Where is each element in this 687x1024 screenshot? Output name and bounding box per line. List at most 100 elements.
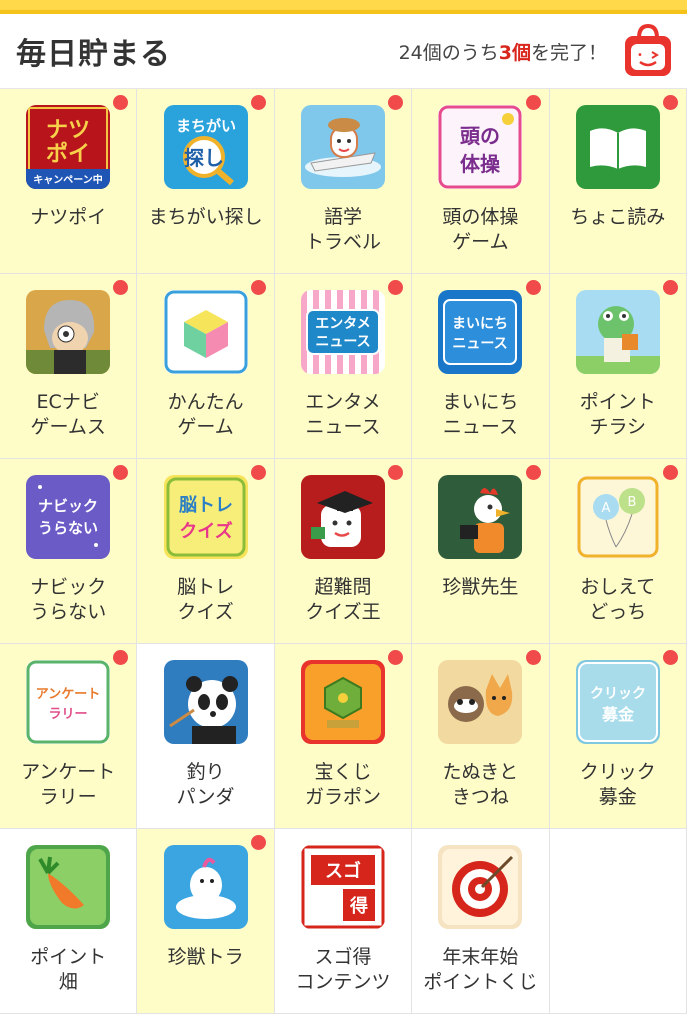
svg-text:エンタメ: エンタメ xyxy=(315,316,371,332)
app-tile-enquete[interactable]: アンケート ラリー アンケート ラリー xyxy=(0,644,138,829)
app-label: ポイント 畑 xyxy=(30,946,107,993)
sugotoku-icon: スゴ 得 xyxy=(300,845,385,929)
app-tile-kantan[interactable]: かんたん ゲーム xyxy=(137,274,275,459)
app-label: ポイント チラシ xyxy=(579,391,656,438)
app-tile-takarakuji[interactable]: 宝くじ ガラポン xyxy=(274,644,413,829)
app-tile-ecnavi[interactable]: ECナビ ゲームス xyxy=(0,274,138,459)
uranai-icon: ナビック うらない xyxy=(26,475,111,559)
new-indicator-dot xyxy=(662,465,678,480)
ecnavi-icon xyxy=(26,290,111,374)
app-label: おしえて どっち xyxy=(580,576,656,623)
new-indicator-dot xyxy=(250,95,266,110)
svg-text:頭の: 頭の xyxy=(460,124,500,148)
app-tile-noutore[interactable]: 脳トレ クイズ 脳トレ クイズ xyxy=(137,459,275,644)
app-label: クリック 募金 xyxy=(579,761,656,808)
svg-text:まちがい: まちがい xyxy=(176,117,236,135)
app-label: まいにち ニュース xyxy=(442,391,519,438)
enquete-icon: アンケート ラリー xyxy=(26,660,111,744)
app-tile-quizking[interactable]: 超難問 クイズ王 xyxy=(274,459,413,644)
new-indicator-dot xyxy=(388,95,404,110)
new-indicator-dot xyxy=(388,280,404,295)
new-indicator-dot xyxy=(525,465,541,480)
app-tile-oshiete[interactable]: A B おしえて どっち xyxy=(549,459,687,644)
gogaku-icon xyxy=(300,105,385,189)
app-label: 超難問 クイズ王 xyxy=(305,576,381,623)
svg-text:ニュース: ニュース xyxy=(453,336,508,352)
app-label: ちょこ読み xyxy=(570,206,666,228)
app-tile-machigai[interactable]: まちがい 探し まちがい探し xyxy=(137,89,275,274)
new-indicator-dot xyxy=(250,465,266,480)
app-label: たぬきと きつね xyxy=(442,761,519,808)
chinju-icon xyxy=(438,475,523,559)
app-label: 年末年始 ポイントくじ xyxy=(423,946,538,993)
svg-text:•: • xyxy=(637,50,643,61)
entame-icon: エンタメ ニュース xyxy=(300,290,385,374)
tanuki-icon xyxy=(438,660,523,744)
new-indicator-dot xyxy=(662,650,678,665)
app-label: 語学 トラベル xyxy=(304,206,381,253)
progress-done-count: 3個 xyxy=(498,41,531,64)
chirashi-icon xyxy=(575,290,660,374)
mainichi-icon: まいにち ニュース xyxy=(438,290,523,374)
app-tile-tanuki[interactable]: たぬきと きつね xyxy=(412,644,550,829)
new-indicator-dot xyxy=(525,95,541,110)
new-indicator-dot xyxy=(662,280,678,295)
app-label: ナツポイ xyxy=(30,206,107,228)
app-tile-chokoyomi[interactable]: ちょこ読み xyxy=(549,89,687,274)
svg-text:ポイ: ポイ xyxy=(46,141,90,167)
new-indicator-dot xyxy=(113,465,129,480)
app-tile-entame[interactable]: エンタメニュースエンタメ ニュース xyxy=(274,274,413,459)
app-label: ナビック うらない xyxy=(30,576,107,623)
app-label: 頭の体操 ゲーム xyxy=(442,206,519,253)
app-label: エンタメ ニュース xyxy=(305,391,381,438)
app-label: 宝くじ ガラポン xyxy=(304,761,381,808)
app-tile-chinju[interactable]: 珍獣先生 xyxy=(412,459,550,644)
daily-points-header: 毎日貯まる 24個のうち3個を完了！ • xyxy=(0,14,687,88)
app-tile-nenmatsu[interactable]: 年末年始 ポイントくじ xyxy=(412,829,550,1014)
app-label: かんたん ゲーム xyxy=(167,391,244,438)
app-tile-uranai[interactable]: ナビック うらない ナビック うらない xyxy=(0,459,138,644)
app-label: スゴ得 コンテンツ xyxy=(295,946,391,993)
panda-icon xyxy=(163,660,248,744)
new-indicator-dot xyxy=(250,280,266,295)
hatake-icon xyxy=(26,845,111,929)
app-tile-click[interactable]: クリック 募金 クリック 募金 xyxy=(549,644,687,829)
kantan-icon xyxy=(163,290,248,374)
app-tile-mainichi[interactable]: まいにちニュースまいにち ニュース xyxy=(412,274,550,459)
new-indicator-dot xyxy=(388,650,404,665)
svg-text:アンケート: アンケート xyxy=(36,687,100,702)
new-indicator-dot xyxy=(662,95,678,110)
section-title: 毎日貯まる xyxy=(16,37,171,72)
app-tile-chirashi[interactable]: ポイント チラシ xyxy=(549,274,687,459)
app-label: 珍獣トラ xyxy=(167,946,244,968)
app-tile-gogaku[interactable]: 語学 トラベル xyxy=(274,89,413,274)
svg-text:まいにち: まいにち xyxy=(452,316,508,332)
svg-text:ラリー: ラリー xyxy=(49,707,88,722)
progress-suffix: を完了！ xyxy=(530,41,607,64)
app-tile-hatake[interactable]: ポイント 畑 xyxy=(0,829,138,1014)
new-indicator-dot xyxy=(113,650,129,665)
app-label: 脳トレ クイズ xyxy=(177,576,235,623)
app-tile-atama[interactable]: 頭の体操 頭の体操 ゲーム xyxy=(412,89,550,274)
empty-cell xyxy=(549,829,687,1014)
quizking-icon xyxy=(300,475,385,559)
svg-text:探し: 探し xyxy=(184,146,224,170)
svg-text:ニュース: ニュース xyxy=(315,334,370,350)
natsupoi-icon: ナツ ポイ キャンペーン中 xyxy=(26,105,111,189)
progress-prefix: 24個のうち xyxy=(398,41,499,64)
app-tile-panda[interactable]: 釣り パンダ xyxy=(137,644,275,829)
svg-text:ナビック: ナビック xyxy=(38,497,98,515)
svg-text:クイズ: クイズ xyxy=(179,520,232,542)
app-tile-sugotoku[interactable]: スゴ 得スゴ得 コンテンツ xyxy=(274,829,413,1014)
new-indicator-dot xyxy=(525,280,541,295)
new-indicator-dot xyxy=(388,465,404,480)
svg-text:募金: 募金 xyxy=(601,705,635,724)
app-tile-natsupoi[interactable]: ナツ ポイ キャンペーン中ナツポイ xyxy=(0,89,138,274)
app-label: ECナビ ゲームス xyxy=(30,391,106,438)
shopping-bag-mascot-icon: • xyxy=(625,23,671,76)
app-label: 珍獣先生 xyxy=(442,576,519,598)
svg-text:A: A xyxy=(601,501,610,516)
new-indicator-dot xyxy=(113,95,129,110)
app-tile-chinjutora[interactable]: 珍獣トラ xyxy=(137,829,275,1014)
svg-text:体操: 体操 xyxy=(460,152,501,176)
